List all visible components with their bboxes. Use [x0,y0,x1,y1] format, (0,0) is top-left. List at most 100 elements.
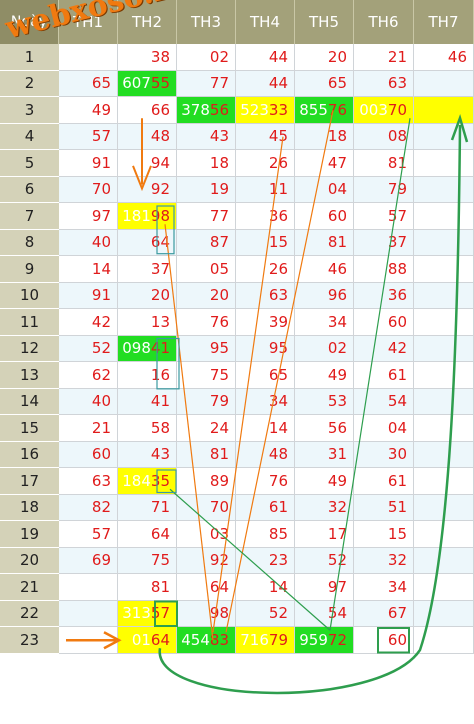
result-cell: 53 [295,388,354,415]
result-cell [59,44,118,71]
row-day-label: 15 [0,415,59,442]
row-day-label: 17 [0,468,59,495]
result-cell: 26 [236,150,295,177]
result-cell [414,309,474,336]
result-cell: 02 [177,44,236,71]
result-cell: 36 [236,203,295,230]
header-th7: TH7 [414,0,474,44]
cell-suffix: 70 [387,100,407,119]
result-cell: 88 [354,256,414,283]
result-cell: 45 [236,123,295,150]
cell-suffix: 56 [209,100,229,119]
result-cell: 64 [118,229,177,256]
row-day-label: 10 [0,282,59,309]
result-cell: 81 [118,574,177,601]
result-cell: 48 [118,123,177,150]
result-cell: 49 [295,362,354,389]
cell-prefix: 098 [122,339,151,358]
result-cell: 87 [177,229,236,256]
result-cell: 61 [354,468,414,495]
result-cell: 58 [118,415,177,442]
result-cell: 97 [59,203,118,230]
result-cell: 46 [414,44,474,71]
result-cell: 04 [354,415,414,442]
result-cell: 52 [236,600,295,627]
result-cell [414,547,474,574]
header-th4: TH4 [236,0,295,44]
result-cell: 64 [118,521,177,548]
result-cell: 23 [236,547,295,574]
cell-suffix: 83 [209,630,229,649]
result-cell: 70 [177,494,236,521]
cell-prefix: 01 [131,630,151,649]
result-cell: 19 [177,176,236,203]
cell-prefix: 313 [122,604,151,623]
cell-suffix: 98 [150,206,170,225]
row-day-label: 20 [0,547,59,574]
result-cell: 65 [236,362,295,389]
result-cell: 37 [354,229,414,256]
header-th5: TH5 [295,0,354,44]
result-cell: 60 [354,309,414,336]
result-cell: 26 [236,256,295,283]
cell-prefix: 378 [181,100,210,119]
cell-suffix: 64 [150,630,170,649]
cell-prefix: 181 [122,206,151,225]
result-cell [414,600,474,627]
result-cell [414,97,474,124]
result-cell [414,627,474,654]
result-cell: 76 [177,309,236,336]
cell-prefix: 959 [299,630,328,649]
result-cell: 49 [295,468,354,495]
result-cell: 54 [354,388,414,415]
row-day-label: 3 [0,97,59,124]
result-cell: 14 [59,256,118,283]
result-cell: 21 [59,415,118,442]
result-cell: 42 [59,309,118,336]
result-cell: 89 [177,468,236,495]
result-cell: 63 [236,282,295,309]
result-cell: 20 [118,282,177,309]
cell-prefix: 607 [122,74,151,93]
result-cell: 003 70 [354,97,414,124]
result-cell: 40 [59,229,118,256]
row-day-label: 2 [0,70,59,97]
result-cell [414,282,474,309]
result-cell [59,600,118,627]
result-cell: 95 [236,335,295,362]
result-cell: 313 57 [118,600,177,627]
result-cell [59,574,118,601]
result-cell: 51 [354,494,414,521]
result-cell: 70 [59,176,118,203]
result-cell: 81 [354,150,414,177]
result-cell: 97 [295,574,354,601]
result-cell: 855 76 [295,97,354,124]
result-cell: 37 [118,256,177,283]
result-cell: 54 [295,600,354,627]
result-cell [414,521,474,548]
result-cell: 91 [59,282,118,309]
result-cell [414,229,474,256]
result-cell: 57 [59,521,118,548]
cell-suffix: 76 [327,100,347,119]
result-cell: 181 98 [118,203,177,230]
result-cell: 098 41 [118,335,177,362]
result-cell [414,176,474,203]
cell-prefix: 184 [122,471,151,490]
result-cell: 11 [236,176,295,203]
row-day-label: 22 [0,600,59,627]
result-cell: 184 35 [118,468,177,495]
row-day-label: 11 [0,309,59,336]
result-cell: 34 [354,574,414,601]
row-day-label: 23 [0,627,59,654]
cell-prefix: 003 [359,100,388,119]
result-cell: 18 [177,150,236,177]
result-cell: 39 [236,309,295,336]
result-cell [59,627,118,654]
result-cell: 71 [118,494,177,521]
header-th6: TH6 [354,0,414,44]
result-cell: 05 [177,256,236,283]
result-cell: 81 [295,229,354,256]
cell-suffix: 72 [327,630,347,649]
row-day-label: 14 [0,388,59,415]
